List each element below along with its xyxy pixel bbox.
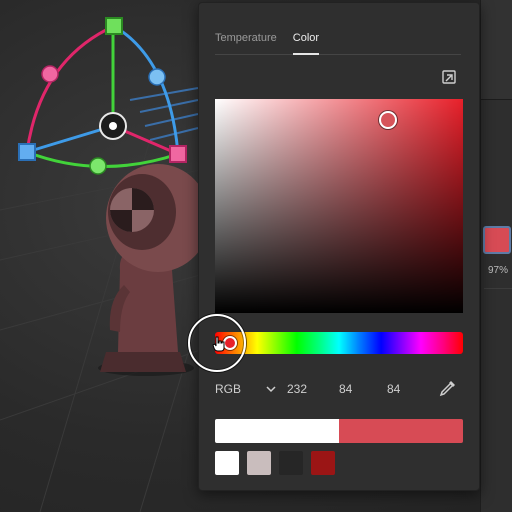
side-divider xyxy=(484,288,512,289)
hue-slider[interactable] xyxy=(215,332,463,354)
chevron-down-icon[interactable] xyxy=(265,383,277,395)
side-color-swatch[interactable] xyxy=(483,226,511,254)
swatch-light-gray[interactable] xyxy=(247,451,271,475)
color-compare-bar xyxy=(215,419,463,443)
character-model[interactable] xyxy=(98,164,210,376)
right-side-strip xyxy=(480,0,512,512)
previous-color-swatch[interactable] xyxy=(215,419,339,443)
swatch-white[interactable] xyxy=(215,451,239,475)
green-value-field[interactable]: 84 xyxy=(339,382,375,396)
color-mode-select[interactable]: RGB xyxy=(215,382,241,396)
red-value-field[interactable]: 232 xyxy=(287,382,323,396)
hue-slider-handle[interactable] xyxy=(223,336,237,350)
color-picker-panel: Temperature Color RGB 232 84 84 xyxy=(198,2,480,491)
tab-temperature[interactable]: Temperature xyxy=(215,29,277,54)
eyedropper-icon[interactable] xyxy=(439,379,457,397)
recent-swatches xyxy=(215,451,335,475)
swatch-dark-gray[interactable] xyxy=(279,451,303,475)
swatch-dark-red[interactable] xyxy=(311,451,335,475)
tab-color[interactable]: Color xyxy=(292,29,320,55)
blue-value-field[interactable]: 84 xyxy=(387,382,423,396)
current-color-swatch xyxy=(339,419,463,443)
selection-streaks xyxy=(129,87,199,141)
side-strip-header xyxy=(481,0,512,100)
color-values-row: RGB 232 84 84 xyxy=(215,379,461,399)
side-opacity-value: 97% xyxy=(487,265,508,276)
pop-out-icon[interactable] xyxy=(441,69,457,85)
saturation-value-field[interactable] xyxy=(215,99,463,313)
sv-field-handle[interactable] xyxy=(379,111,397,129)
tab-bar: Temperature Color xyxy=(215,29,461,55)
